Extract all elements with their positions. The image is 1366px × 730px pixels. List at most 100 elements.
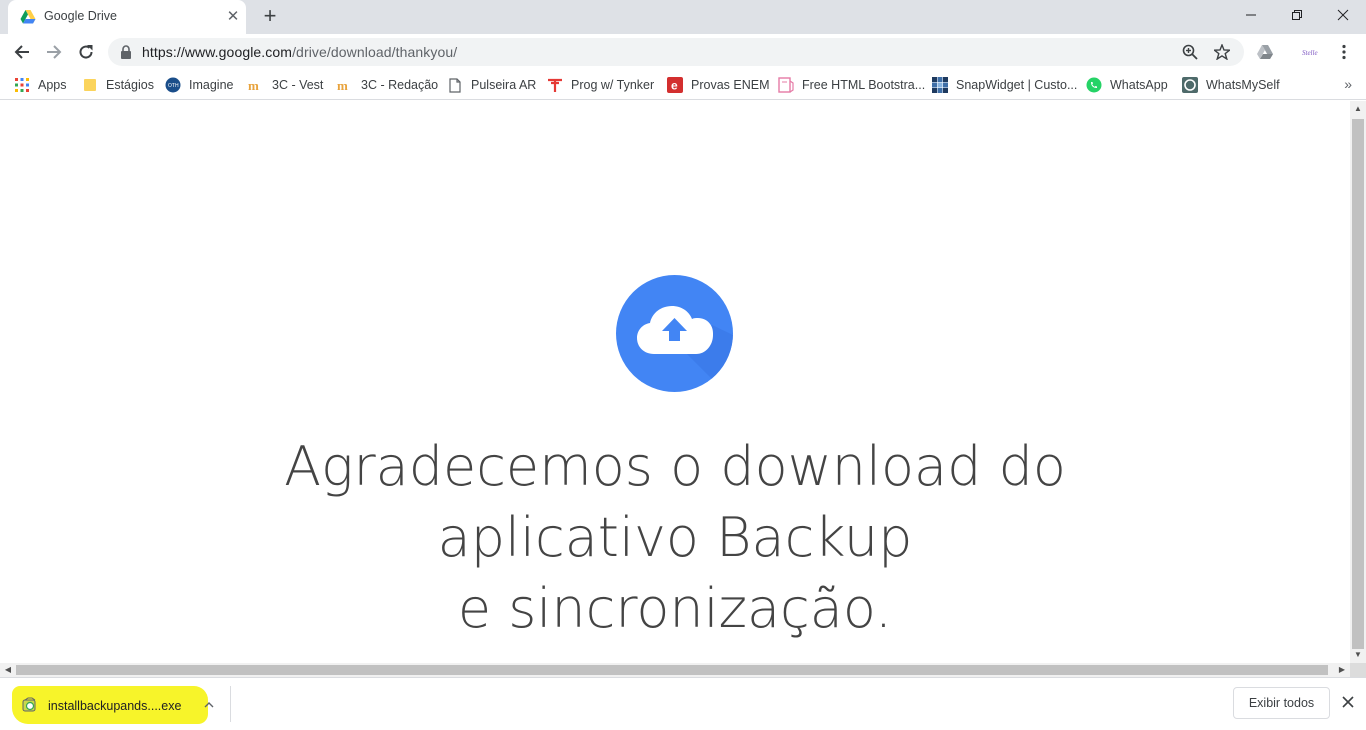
bookmark-provas-enem[interactable]: e Provas ENEM: [667, 76, 770, 94]
bookmark-3c-vest[interactable]: m 3C - Vest: [248, 76, 323, 94]
profile-avatar[interactable]: Stelle: [1300, 40, 1324, 64]
installer-file-icon: [22, 697, 36, 712]
folder-icon: [82, 77, 98, 93]
thank-you-headline: Agradecemos o download do aplicativo Bac…: [200, 431, 1150, 644]
bookmark-label: WhatsMySelf: [1206, 78, 1280, 92]
zoom-icon: [1182, 44, 1198, 60]
horizontal-scroll-thumb[interactable]: [16, 665, 1328, 675]
m-icon: m: [248, 77, 264, 93]
shelf-separator: [230, 686, 231, 722]
bookmark-label: 3C - Vest: [272, 78, 324, 92]
bookmark-bootstrap[interactable]: Free HTML Bootstra...: [778, 76, 925, 94]
headline-line-2: aplicativo Backup: [437, 506, 913, 569]
close-icon: [1337, 9, 1349, 21]
tab-strip: Google Drive ✕ +: [0, 0, 1366, 34]
snapwidget-icon: [932, 77, 948, 93]
chevron-up-icon: [204, 702, 214, 708]
url-path: /drive/download/thankyou/: [292, 44, 458, 60]
scroll-left-arrow-icon[interactable]: ◀: [0, 663, 16, 677]
whatsmyself-icon: [1182, 77, 1198, 93]
google-drive-icon: [20, 10, 36, 24]
minimize-icon: [1246, 14, 1256, 16]
bookmark-label: Apps: [38, 78, 67, 92]
tab-google-drive[interactable]: Google Drive ✕: [8, 0, 246, 34]
bookmark-label: Provas ENEM: [691, 78, 770, 92]
bookmark-label: Pulseira AR: [471, 78, 537, 92]
minimize-button[interactable]: [1228, 0, 1274, 30]
bookmarks-bar: Apps Estágios OTH Imagine m 3C - Vest m …: [0, 70, 1366, 100]
reload-button[interactable]: [72, 38, 100, 66]
arrow-left-icon: [14, 45, 29, 59]
imagine-icon: OTH: [165, 77, 181, 93]
kebab-menu-icon: [1342, 44, 1346, 60]
headline-line-1: Agradecemos o download do: [284, 435, 1066, 498]
bookmark-label: WhatsApp: [1110, 78, 1168, 92]
google-drive-grey-icon: [1257, 45, 1273, 59]
scroll-down-arrow-icon[interactable]: ▼: [1350, 647, 1366, 663]
menu-button[interactable]: [1332, 40, 1356, 64]
show-all-downloads-button[interactable]: Exibir todos: [1233, 687, 1330, 719]
new-tab-button[interactable]: +: [258, 4, 282, 28]
apps-grid-icon: [14, 77, 30, 93]
bookmarks-overflow-button[interactable]: »: [1344, 76, 1352, 92]
tab-close-icon[interactable]: ✕: [224, 8, 242, 26]
bookmark-pulseira-ar[interactable]: Pulseira AR: [447, 76, 536, 94]
bookmark-label: SnapWidget | Custo...: [956, 78, 1078, 92]
browser-toolbar: https://www.google.com/drive/download/th…: [0, 34, 1366, 70]
bookmark-label: Prog w/ Tynker: [571, 78, 655, 92]
restore-button[interactable]: [1274, 0, 1320, 30]
bookmark-star-button[interactable]: [1212, 42, 1232, 62]
headline-line-3: e sincronização.: [457, 577, 893, 640]
svg-text:m: m: [337, 78, 348, 92]
close-window-button[interactable]: [1320, 0, 1366, 30]
bookmark-label: 3C - Redação: [361, 78, 439, 92]
horizontal-scrollbar[interactable]: ◀ ▶: [0, 663, 1350, 677]
close-icon: [1342, 696, 1354, 708]
cloud-upload-icon: [616, 275, 733, 392]
e-icon: e: [667, 77, 683, 93]
bookmark-imagine[interactable]: OTH Imagine: [165, 76, 233, 94]
zoom-button[interactable]: [1180, 42, 1200, 62]
page-icon: [447, 77, 463, 93]
address-bar[interactable]: https://www.google.com/drive/download/th…: [108, 38, 1244, 66]
vertical-scrollbar[interactable]: ▲ ▼: [1350, 101, 1366, 663]
bookmark-whatsapp[interactable]: WhatsApp: [1086, 76, 1168, 94]
tynker-icon: [547, 77, 563, 93]
url-text[interactable]: https://www.google.com/drive/download/th…: [142, 44, 457, 60]
download-shelf: installbackupands....exe Exibir todos: [0, 677, 1366, 730]
arrow-right-icon: [47, 45, 62, 59]
tab-title: Google Drive: [44, 9, 117, 23]
bookmark-snapwidget[interactable]: SnapWidget | Custo...: [932, 76, 1077, 94]
bootstrap-icon: [778, 77, 794, 93]
star-icon: [1214, 44, 1230, 60]
bookmark-tynker[interactable]: Prog w/ Tynker: [547, 76, 654, 94]
svg-text:OTH: OTH: [168, 83, 179, 89]
restore-icon: [1292, 10, 1302, 20]
scrollbar-corner: [1350, 663, 1366, 677]
download-item[interactable]: installbackupands....exe: [10, 686, 230, 724]
scroll-up-arrow-icon[interactable]: ▲: [1350, 101, 1366, 117]
download-options-button[interactable]: [200, 695, 218, 713]
bookmark-estagios[interactable]: Estágios: [82, 76, 154, 94]
back-button[interactable]: [8, 38, 36, 66]
scroll-right-arrow-icon[interactable]: ▶: [1334, 663, 1350, 677]
vertical-scroll-thumb[interactable]: [1352, 119, 1364, 649]
url-host: https://www.google.com: [142, 44, 293, 60]
reload-icon: [79, 45, 93, 59]
avatar-icon: Stelle: [1302, 49, 1318, 57]
close-download-shelf-button[interactable]: [1338, 694, 1358, 714]
bookmark-whatsmyself[interactable]: WhatsMySelf: [1182, 76, 1280, 94]
svg-text:m: m: [248, 78, 259, 92]
bookmark-label: Imagine: [189, 78, 234, 92]
drive-extension-button[interactable]: [1253, 40, 1277, 64]
svg-text:e: e: [671, 79, 678, 93]
download-filename: installbackupands....exe: [48, 699, 182, 713]
bookmark-3c-redacao[interactable]: m 3C - Redação: [337, 76, 438, 94]
page-content: Agradecemos o download do aplicativo Bac…: [0, 101, 1350, 663]
bookmark-label: Free HTML Bootstra...: [802, 78, 926, 92]
lock-icon: [121, 45, 131, 59]
bookmark-apps[interactable]: Apps: [14, 76, 67, 94]
forward-button[interactable]: [40, 38, 68, 66]
bookmark-label: Estágios: [106, 78, 154, 92]
m-icon: m: [337, 77, 353, 93]
